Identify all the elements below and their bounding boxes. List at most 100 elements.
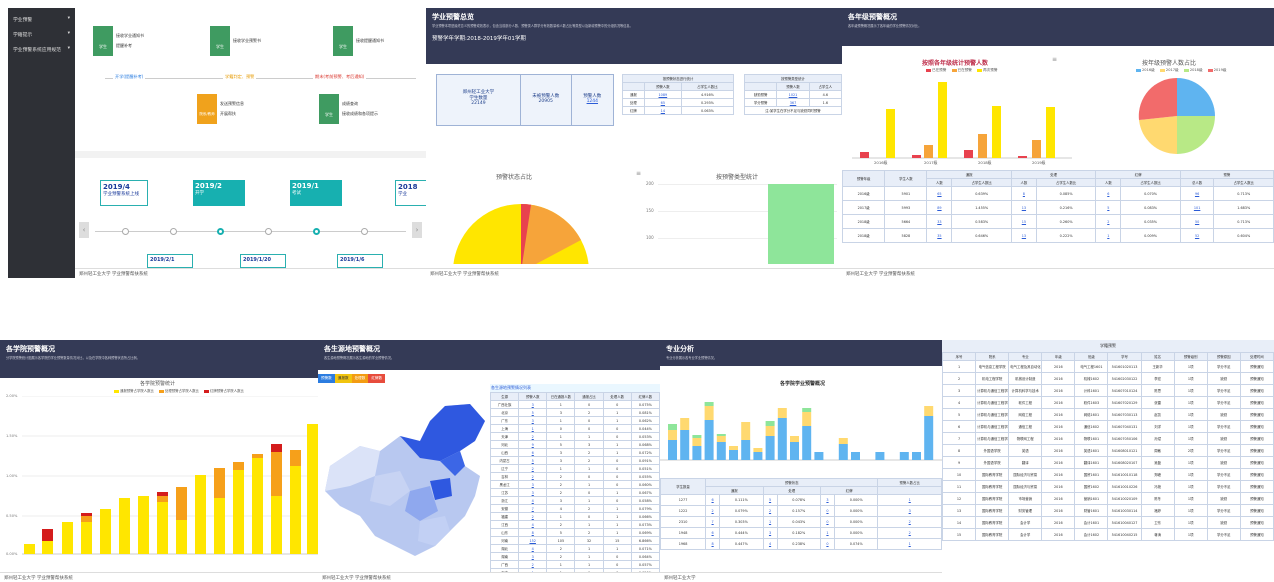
bar xyxy=(138,496,149,554)
flow-card: 学生 接收学业预警书 xyxy=(210,26,282,56)
timeline-card[interactable]: 2019/2 开学 xyxy=(193,180,245,206)
sidebar-item[interactable]: 学业预警系统应用规范 ▾ xyxy=(8,42,75,57)
tab-handle-count[interactable]: 处理数 xyxy=(351,374,369,383)
legend: 2016级 2017级 2018级 2019级 xyxy=(1132,68,1226,73)
step: 学籍判定、预警 xyxy=(223,74,257,80)
footer: 郑州轻工业大学 学业预警帮扶系统 xyxy=(0,572,318,582)
table-row[interactable]: 7 计算机与通信工程学院 物联网工程 2016 物联1601 541607050106 孙斌… xyxy=(942,432,1274,445)
table-row[interactable]: 4 计算机与通信工程学院 软件工程 2016 软件1603 541607020129 张雷 1… xyxy=(942,396,1274,409)
table-row: 山东 8 5 2 1 0.069% xyxy=(489,528,660,537)
bar xyxy=(233,462,244,470)
student-icon: 学生 xyxy=(93,26,113,56)
page-title: 各生源地预警概况 xyxy=(324,345,380,353)
bar xyxy=(924,416,934,460)
bar xyxy=(668,440,677,460)
timeline-dot[interactable] xyxy=(313,228,320,235)
table-row[interactable]: 5 计算机与通信工程学院 网络工程 2016 网络1601 541607030113 赵凯 1… xyxy=(942,408,1274,421)
timeline-card-lower[interactable]: 2019/1/20 xyxy=(240,254,286,268)
timeline-card[interactable]: 2018 学业 xyxy=(395,180,426,206)
timeline-dot[interactable] xyxy=(265,228,272,235)
bar xyxy=(252,458,263,554)
bar xyxy=(860,152,869,158)
bar xyxy=(290,450,301,466)
bar xyxy=(100,509,111,554)
bar xyxy=(753,452,763,460)
bar xyxy=(307,424,318,554)
timeline-card-lower[interactable]: 2019/1/6 xyxy=(337,254,383,268)
sidebar-item[interactable]: 学业预警 ▾ xyxy=(8,12,75,27)
page-desc: 学业预警本项是最终意义的预警成效表示，包含当前部分人数、预警类人群学分有效数量和… xyxy=(432,24,633,28)
flow-card: 院系/教师 发送预警信息 开展帮扶 xyxy=(197,94,269,124)
next-arrow-icon[interactable]: › xyxy=(412,222,422,238)
table-row[interactable]: 8 外国语学院 英语 2016 英语1601 541608010121 周敏 2项 学分不足 预警… xyxy=(942,444,1274,457)
table-row[interactable]: 13 国际教育学院 财务管理 2016 财管1601 541610030114 褚婷 1项 学分… xyxy=(942,504,1274,517)
bar xyxy=(838,444,848,460)
bar xyxy=(753,448,763,452)
timeline-dot[interactable] xyxy=(361,228,368,235)
x-tick: 2019级 xyxy=(1032,160,1046,165)
table-row: 江苏 3 2 0 1 0.067% xyxy=(489,488,660,497)
page-desc: 专业分析展示各专业学业预警情况。 xyxy=(666,356,717,360)
header: 各生源地预警概况 各生源地预警概况展示各生源地的学业预警情况。 xyxy=(318,340,660,370)
bar xyxy=(924,406,934,416)
table-row[interactable]: 1 电气信息工程学院 电气工程及其自动化 2016 电气工程1601 5416010201… xyxy=(942,360,1274,373)
bar xyxy=(668,424,677,430)
table-row: 广西 2 1 1 0 0.057% xyxy=(489,560,660,569)
flow-line xyxy=(105,78,416,79)
teacher-icon: 院系/教师 xyxy=(197,94,217,124)
timeline-dot[interactable] xyxy=(217,228,224,235)
table-row[interactable]: 14 国际教育学院 会计学 2016 会计1601 541610040127 卫东 1项 缺勤预… xyxy=(942,516,1274,529)
y-tick: 100 xyxy=(646,235,654,240)
student-icon: 学生 xyxy=(210,26,230,56)
timeline-dot[interactable] xyxy=(170,228,177,235)
timeline-card-lower[interactable]: 2019/2/1 xyxy=(147,254,193,268)
sidebar: 学业预警 ▾ 学籍提示 ▾ 学业预警系统应用规范 ▾ xyxy=(8,8,75,278)
prev-arrow-icon[interactable]: ‹ xyxy=(79,222,89,238)
bar xyxy=(716,434,726,436)
chart-title: 各学院预警统计 xyxy=(140,381,176,387)
table-row[interactable]: 10 国际教育学院 国际经济与贸易 2016 国贸1601 541610010118 郑峰 1… xyxy=(942,468,1274,481)
bar xyxy=(668,430,677,440)
menu-icon[interactable]: ≡ xyxy=(636,170,641,177)
table-row[interactable]: 2 机电工程学院 机械设计制造 2016 机械1602 541602030122 李宏 1项缺… xyxy=(942,372,1274,385)
bar xyxy=(741,422,751,440)
step: 期末(考前预警、考后通知) xyxy=(313,74,367,80)
bar xyxy=(157,496,168,502)
bar xyxy=(978,134,987,158)
table-row[interactable]: 12 国际教育学院 市场营销 2016 营销1601 541610020109 陈冬 1项 缺勤… xyxy=(942,492,1274,505)
header: 学业预警总览 学业预警本项是最终意义的预警成效表示，包含当前部分人数、预警类人群… xyxy=(426,8,842,64)
table-row[interactable]: 9 外国语学院 翻译 2016 翻译1601 541608020107 吴磊 1项 缺勤 预警通知 xyxy=(942,456,1274,469)
page-desc: 各年级预警概况展示了各年级的学业预警情况对比。 xyxy=(848,24,922,28)
footer: 郑州轻工业大学 学业预警帮扶系统 xyxy=(842,268,1274,278)
bar[interactable] xyxy=(768,184,834,264)
bar xyxy=(777,418,787,460)
timeline-dot[interactable] xyxy=(122,228,129,235)
footer: 郑州轻工业大学 学业预警帮扶系统 xyxy=(75,268,426,278)
student-icon: 学生 xyxy=(319,94,339,124)
table-row: 安徽 7 4 2 1 0.079% xyxy=(489,504,660,513)
tab-notice-count[interactable]: 通报数 xyxy=(334,374,352,383)
bar xyxy=(692,435,702,438)
list-title: 学籍预警 xyxy=(942,340,1274,352)
table-row[interactable]: 15 国际教育学院 会计学 2016 会计1602 541610040215 蒋涛 1项 学分不… xyxy=(942,528,1274,541)
sidebar-item[interactable]: 学籍提示 ▾ xyxy=(8,27,75,42)
table-row: 河南 152 105 32 15 6.866% xyxy=(489,536,660,545)
table-row[interactable]: 6 计算机与通信工程学院 通信工程 2016 通信1602 541607040131 刘洋 1… xyxy=(942,420,1274,433)
table-row: 黑龙江 3 2 1 0 0.060% xyxy=(489,480,660,489)
type-table: 按预警类型统计 预警人数 占学生人 缺勤预警 1021 4.6 学分预警 367 1.6 … xyxy=(743,74,842,115)
bar xyxy=(729,446,738,450)
tab-warn-count[interactable]: 预警数 xyxy=(318,374,335,383)
timeline-line xyxy=(95,231,406,232)
process-area: 学生 接收学业通知书 提醒补考 学生 接收学业预警书 学生 接收提醒通知书 开学(… xyxy=(75,8,426,151)
tab-red-count[interactable]: 红牌数 xyxy=(368,374,386,383)
bar xyxy=(81,513,92,516)
timeline-card[interactable]: 2019/1 考试 xyxy=(290,180,342,206)
bar xyxy=(692,438,702,446)
menu-icon[interactable]: ≡ xyxy=(1052,56,1057,63)
bar xyxy=(42,529,53,541)
table-row[interactable]: 3 计算机与通信工程学院 计算机科学与技术 2016 计科1601 54160701012… xyxy=(942,384,1274,397)
table-row[interactable]: 11 国际教育学院 国际经济与贸易 2016 国贸1602 541610010226 冯艳 1… xyxy=(942,480,1274,493)
table-row: 吉林 2 2 0 0 0.055% xyxy=(489,472,660,481)
summary-table: 郑州轻工业大学 学生数量 22149 未被预警人数 20905 预警人数 1244 xyxy=(436,74,614,126)
timeline-card[interactable]: 2019/4 学业预警系统上线 xyxy=(100,180,148,206)
